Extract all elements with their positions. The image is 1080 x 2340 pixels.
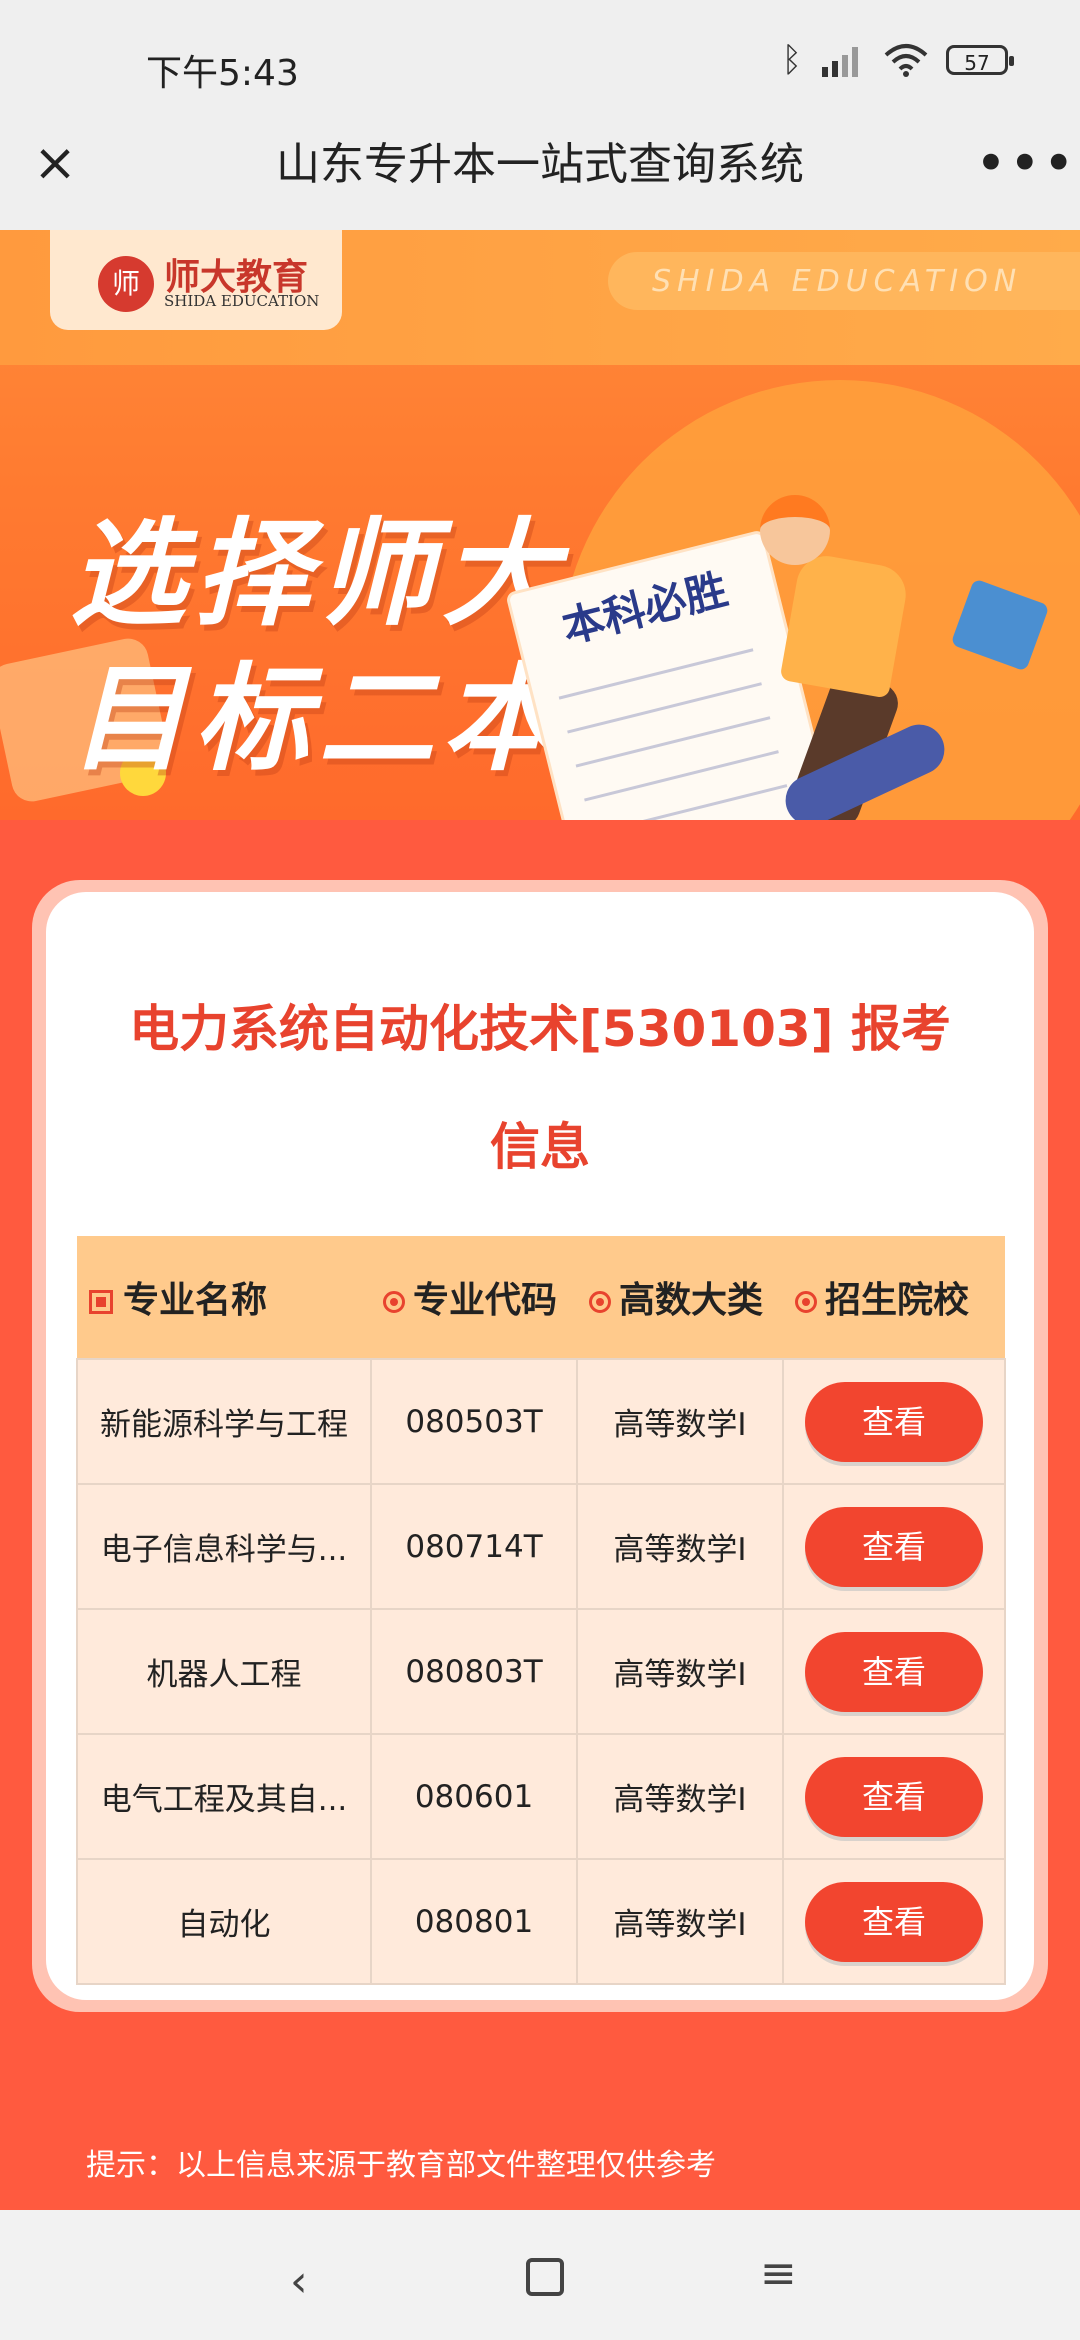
person-body [779,551,911,699]
header-major-code: 专业代码 [371,1236,577,1359]
wifi-icon [884,44,928,77]
view-button[interactable]: 查看 [805,1381,983,1462]
cell-major-name: 自动化 [76,1858,372,1985]
logo-mark-icon: 师 [98,256,154,312]
cell-math-category: 高等数学I [576,1858,784,1985]
table-header-row: 专业名称 专业代码 高数大类 招生院校 [77,1236,1005,1359]
cell-math-category: 高等数学I [576,1483,784,1610]
nav-menu-icon[interactable]: ≡ [760,2248,797,2299]
status-icons: ᛒ 57 [781,40,1014,80]
nav-back-icon[interactable]: ‹ [290,2256,308,2307]
card-title: 电力系统自动化技术[530103] 报考信息 [129,1000,951,1176]
majors-table: 专业名称 专业代码 高数大类 招生院校 新能源科学与工程 080503T 高等数… [76,1236,1006,1985]
cell-action: 查看 [782,1483,1006,1610]
cell-major-code: 080503T [370,1358,578,1485]
radio-dot-icon [589,1291,611,1313]
cell-math-category: 高等数学I [576,1733,784,1860]
brand-pill-text: SHIDA EDUCATION [652,264,1023,299]
close-icon[interactable]: × [30,137,80,189]
slogan-line1: 选择师大 [70,507,566,642]
more-options-icon[interactable]: ••• [975,132,1077,195]
header-math-category: 高数大类 [577,1236,783,1359]
cell-major-name: 电子信息科学与... [76,1483,372,1610]
battery-icon: 57 [946,45,1014,75]
view-button[interactable]: 查看 [805,1881,983,1962]
cell-major-code: 080803T [370,1608,578,1735]
cell-action: 查看 [782,1608,1006,1735]
table-row: 新能源科学与工程 080503T 高等数学I 查看 [76,1358,1006,1485]
cell-major-name: 电气工程及其自... [76,1733,372,1860]
cell-major-code: 080714T [370,1483,578,1610]
disclaimer-tip: 提示：以上信息来源于教育部文件整理仅供参考 [86,2148,716,2183]
page-title: 山东专升本一站式查询系统 [276,139,804,190]
cell-action: 查看 [782,1358,1006,1485]
header-colleges: 招生院校 [783,1236,1005,1359]
view-button[interactable]: 查看 [805,1631,983,1712]
status-time: 下午5:43 [146,53,299,94]
table-row: 电子信息科学与... 080714T 高等数学I 查看 [76,1483,1006,1610]
cell-major-name: 机器人工程 [76,1608,372,1735]
promo-banner: 师 师大教育 SHIDA EDUCATION SHIDA EDUCATION 选… [0,230,1080,820]
slogan-line2: 目标二本 [70,652,566,787]
header-major-name: 专业名称 [77,1236,371,1359]
table-row: 机器人工程 080803T 高等数学I 查看 [76,1608,1006,1735]
cell-action: 查看 [782,1733,1006,1860]
nav-home-icon[interactable] [526,2258,564,2296]
checkbox-icon [89,1290,113,1314]
table-row: 自动化 080801 高等数学I 查看 [76,1858,1006,1985]
cell-math-category: 高等数学I [576,1358,784,1485]
cell-math-category: 高等数学I [576,1608,784,1735]
bluetooth-icon: ᛒ [781,40,802,80]
table-row: 电气工程及其自... 080601 高等数学I 查看 [76,1733,1006,1860]
cell-major-code: 080801 [370,1858,578,1985]
cell-major-name: 新能源科学与工程 [76,1358,372,1485]
view-button[interactable]: 查看 [805,1506,983,1587]
cell-major-code: 080601 [370,1733,578,1860]
view-button[interactable]: 查看 [805,1756,983,1837]
person-head [760,495,830,565]
logo-card: 师 师大教育 SHIDA EDUCATION [50,230,342,330]
signal-icon [822,47,858,77]
radio-dot-icon [383,1291,405,1313]
logo-subtext: SHIDA EDUCATION [164,292,320,310]
radio-dot-icon [795,1291,817,1313]
cell-action: 查看 [782,1858,1006,1985]
